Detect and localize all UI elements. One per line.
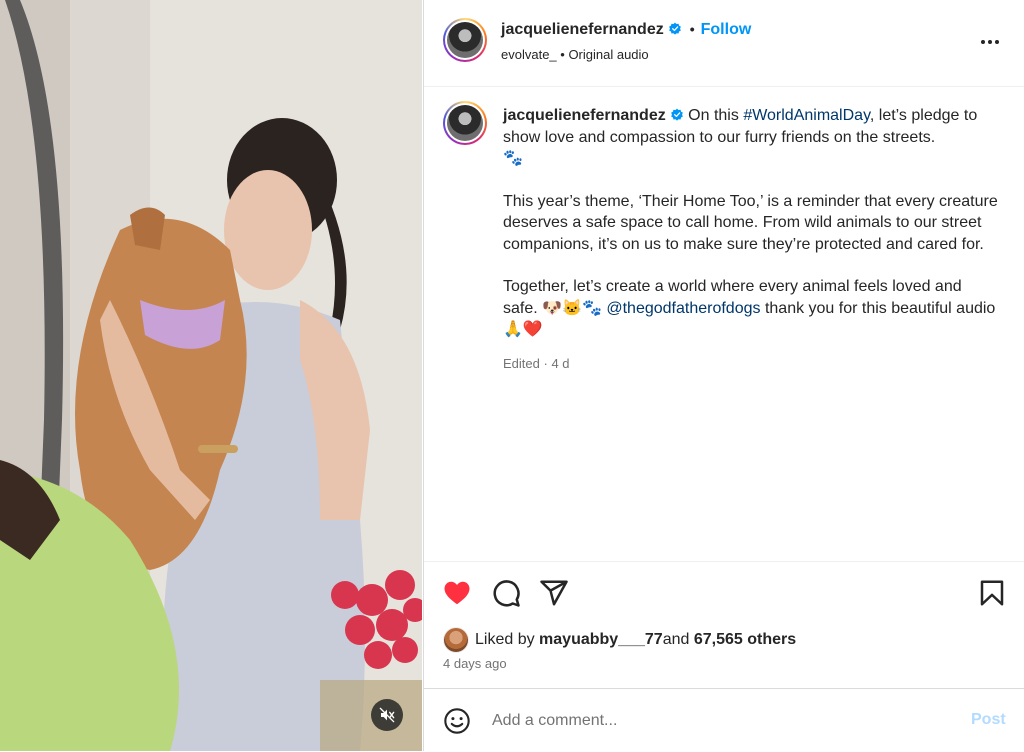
separator-dot: • [689,21,695,37]
heart-filled-icon[interactable] [442,578,472,608]
audio-muted-icon [379,707,395,723]
avatar-image [447,105,483,141]
hashtag-link[interactable]: #WorldAnimalDay [743,107,870,124]
meta-separator: · [539,355,552,371]
audio-attribution: evolvate_ • Original audio [501,47,649,62]
verified-badge-icon [670,108,683,121]
paws-emoji: 🐾 [503,150,523,167]
edited-label: Edited [503,355,540,371]
likes-count[interactable]: 67,565 others [694,631,796,649]
emoji-icon[interactable] [443,707,471,735]
likes-prefix: Liked by [475,631,535,648]
post-video-image [0,0,422,751]
post-timestamp[interactable]: 4 days ago [443,656,507,671]
post-details-panel: jacquelienefernandez • Follow evolvate_ • … [423,0,1024,751]
original-audio-link[interactable]: Original audio [568,47,648,62]
comment-icon[interactable] [491,578,521,608]
liker-username[interactable]: mayuabby___77 [539,631,663,649]
caption-username[interactable]: jacquelienefernandez [503,107,666,124]
audio-owner-link[interactable]: evolvate_ [501,47,557,62]
mute-toggle-button[interactable] [371,699,403,731]
caption-author-avatar[interactable] [443,101,487,145]
author-username[interactable]: jacquelienefernandez [501,21,664,38]
post-header: jacquelienefernandez • Follow evolvate_ • … [424,0,1024,87]
comment-input[interactable] [490,707,954,735]
likes-summary: Liked by mayuabby___77 and 67,565 others [443,627,796,653]
caption-meta: Edited · 4 d [503,353,998,375]
caption-age[interactable]: 4 d [551,356,569,371]
caption-line1-start: On this [688,107,744,124]
audio-separator: • [556,47,569,62]
more-options-icon[interactable] [978,30,1002,54]
post-actions [424,561,1024,689]
animal-emojis: 🐶🐱🐾 [542,299,607,317]
verified-badge-icon [668,22,681,35]
likes-and: and [662,631,690,648]
bookmark-icon[interactable] [977,578,1007,608]
caption-paragraph-3-end: thank you for this beautiful audio [760,299,996,317]
follow-button[interactable]: Follow [701,21,752,38]
post-media[interactable] [0,0,422,751]
liker-avatar[interactable] [443,627,469,653]
mention-link[interactable]: @thegodfatherofdogs [606,300,760,317]
comment-box: Post [424,688,1024,752]
post-comment-button[interactable]: Post [971,711,1006,729]
caption-paragraph-2: This year’s theme, ‘Their Home Too,’ is … [503,192,998,253]
author-avatar[interactable] [443,18,487,62]
thanks-emojis: 🙏❤️ [503,321,543,338]
avatar-image [447,22,483,58]
caption-text: jacquelienefernandez On this #WorldAnima… [503,105,998,374]
share-icon[interactable] [539,578,569,608]
